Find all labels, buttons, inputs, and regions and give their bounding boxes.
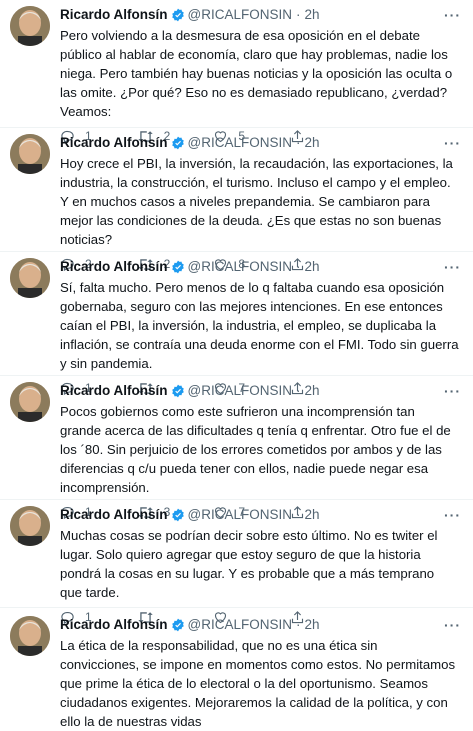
tweet[interactable]: Ricardo Alfonsín @RICALFONSIN · 2h ··· P… [0,376,473,519]
separator-dot: · [295,617,301,632]
author-handle[interactable]: @RICALFONSIN [188,259,292,275]
tweet-header: Ricardo Alfonsín @RICALFONSIN · 2h ··· [60,382,461,400]
avatar[interactable] [10,258,50,298]
verified-badge-icon [171,136,185,150]
author-name[interactable]: Ricardo Alfonsín [60,135,168,151]
tweet-header: Ricardo Alfonsín @RICALFONSIN · 2h ··· [60,506,461,524]
author-name[interactable]: Ricardo Alfonsín [60,383,168,399]
timestamp[interactable]: 2h [304,135,319,151]
tweet[interactable]: Ricardo Alfonsín @RICALFONSIN · 2h ··· P… [0,0,473,143]
more-options-icon[interactable]: ··· [444,617,461,633]
author-handle[interactable]: @RICALFONSIN [188,135,292,151]
author-handle[interactable]: @RICALFONSIN [188,507,292,523]
verified-badge-icon [171,508,185,522]
tweet[interactable]: Ricardo Alfonsín @RICALFONSIN · 2h ··· L… [0,608,473,729]
author-handle[interactable]: @RICALFONSIN [188,383,292,399]
more-options-icon[interactable]: ··· [444,383,461,399]
more-options-icon[interactable]: ··· [444,135,461,151]
author-name[interactable]: Ricardo Alfonsín [60,617,168,633]
verified-badge-icon [171,260,185,274]
tweet-text: Sí, falta mucho. Pero menos de lo q falt… [60,280,459,371]
tweet-header: Ricardo Alfonsín @RICALFONSIN · 2h ··· [60,134,461,152]
avatar[interactable] [10,506,50,546]
separator-dot: · [295,507,301,522]
avatar[interactable] [10,6,50,46]
timestamp[interactable]: 2h [304,507,319,523]
tweet[interactable]: Ricardo Alfonsín @RICALFONSIN · 2h ··· S… [0,252,473,395]
tweet-text: Pocos gobiernos como este sufrieron una … [60,404,451,495]
tweet-header: Ricardo Alfonsín @RICALFONSIN · 2h ··· [60,258,461,276]
tweet-text: Muchas cosas se podrían decir sobre esto… [60,528,438,600]
tweet-text: Pero volviendo a la desmesura de esa opo… [60,28,453,119]
verified-badge-icon [171,384,185,398]
more-options-icon[interactable]: ··· [444,259,461,275]
tweet-header: Ricardo Alfonsín @RICALFONSIN · 2h ··· [60,6,461,24]
separator-dot: · [295,135,301,150]
separator-dot: · [295,259,301,274]
author-name[interactable]: Ricardo Alfonsín [60,507,168,523]
author-handle[interactable]: @RICALFONSIN [188,617,292,633]
more-options-icon[interactable]: ··· [444,7,461,23]
separator-dot: · [295,383,301,398]
author-name[interactable]: Ricardo Alfonsín [60,259,168,275]
timestamp[interactable]: 2h [304,259,319,275]
avatar[interactable] [10,134,50,174]
author-handle[interactable]: @RICALFONSIN [188,7,292,23]
separator-dot: · [295,7,301,22]
timestamp[interactable]: 2h [304,7,319,23]
tweet-text: Hoy crece el PBI, la inversión, la recau… [60,156,453,247]
tweet[interactable]: Ricardo Alfonsín @RICALFONSIN · 2h ··· H… [0,128,473,271]
tweet-text: La ética de la responsabilidad, que no e… [60,638,456,729]
author-name[interactable]: Ricardo Alfonsín [60,7,168,23]
tweet-header: Ricardo Alfonsín @RICALFONSIN · 2h ··· [60,616,461,634]
more-options-icon[interactable]: ··· [444,507,461,523]
timestamp[interactable]: 2h [304,617,319,633]
tweet[interactable]: Ricardo Alfonsín @RICALFONSIN · 2h ··· M… [0,500,473,624]
avatar[interactable] [10,616,50,656]
avatar[interactable] [10,382,50,422]
verified-badge-icon [171,8,185,22]
verified-badge-icon [171,618,185,632]
timestamp[interactable]: 2h [304,383,319,399]
